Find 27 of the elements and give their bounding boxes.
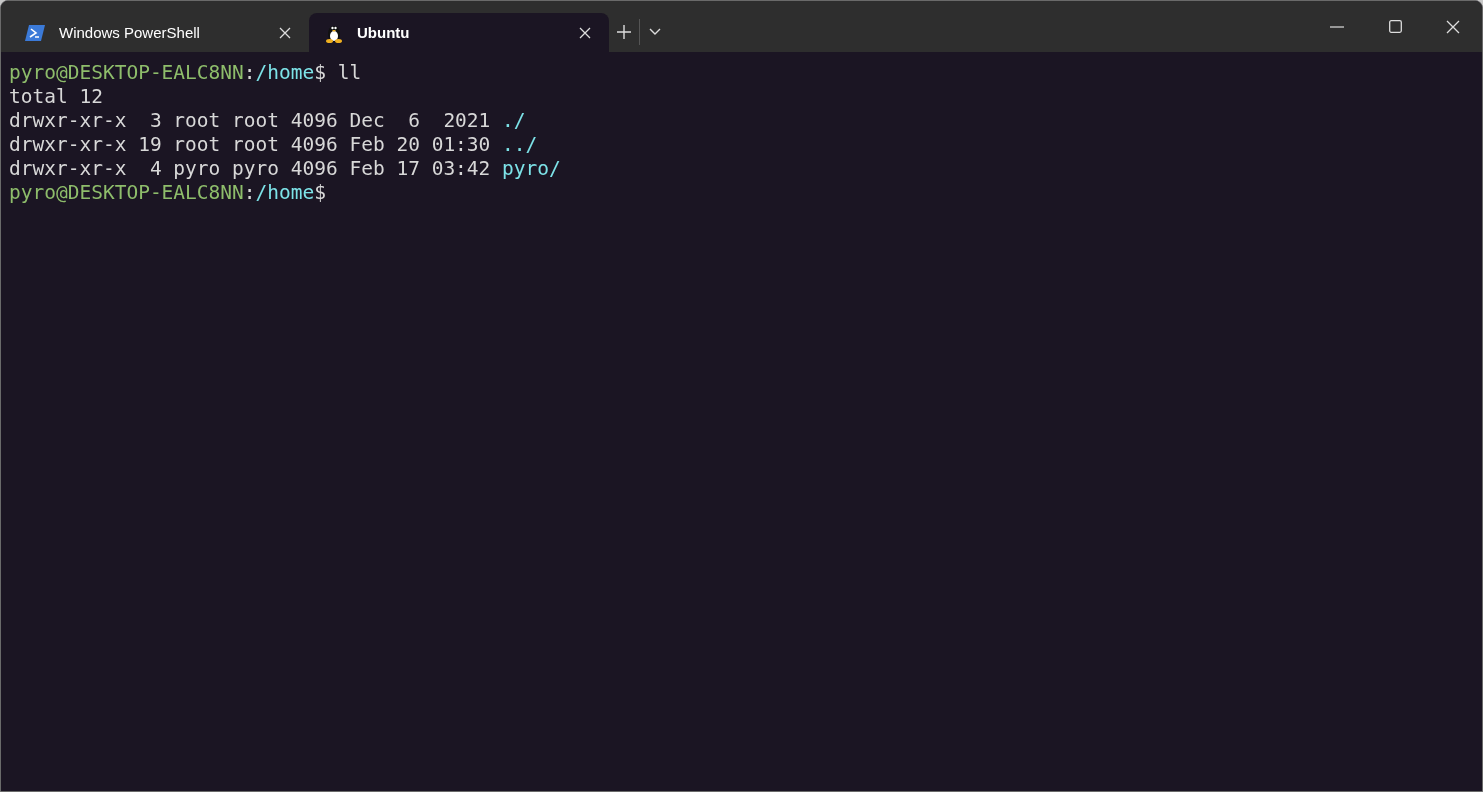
terminal-text: $ ll <box>314 61 362 84</box>
directory-name: pyro/ <box>502 157 561 180</box>
maximize-icon <box>1388 20 1402 33</box>
close-icon <box>1446 19 1460 34</box>
plus-icon <box>617 25 631 39</box>
terminal-text: drwxr-xr-x 19 root root 4096 Feb 20 01:30 <box>9 133 492 156</box>
tab-label: Windows PowerShell <box>59 24 201 41</box>
chevron-down-icon <box>649 28 661 36</box>
minimize-icon <box>1330 25 1344 28</box>
directory-name: ../ <box>502 133 538 156</box>
terminal-text: drwxr-xr-x 4 pyro pyro 4096 Feb 17 03:42 <box>9 157 492 180</box>
prompt-user-host: pyro@DESKTOP-EALC8NN <box>9 61 244 84</box>
prompt-path: /home <box>255 61 315 84</box>
terminal-text: : <box>243 61 256 84</box>
tab[interactable]: Windows PowerShell <box>9 13 309 52</box>
tab[interactable]: Ubuntu <box>309 13 609 52</box>
terminal-prompt-icon <box>25 24 45 41</box>
close-icon <box>279 26 291 39</box>
terminal-text: $ <box>314 181 326 204</box>
terminal-text: : <box>243 181 256 204</box>
directory-name: ./ <box>502 109 526 132</box>
prompt-user-host: pyro@DESKTOP-EALC8NN <box>9 181 244 204</box>
terminal-text: drwxr-xr-x 3 root root 4096 Dec 6 2021 <box>9 109 492 132</box>
tab-label: Ubuntu <box>357 24 411 41</box>
prompt-path: /home <box>255 181 315 204</box>
terminal-text: total 12 <box>9 85 103 108</box>
close-icon <box>579 26 591 39</box>
